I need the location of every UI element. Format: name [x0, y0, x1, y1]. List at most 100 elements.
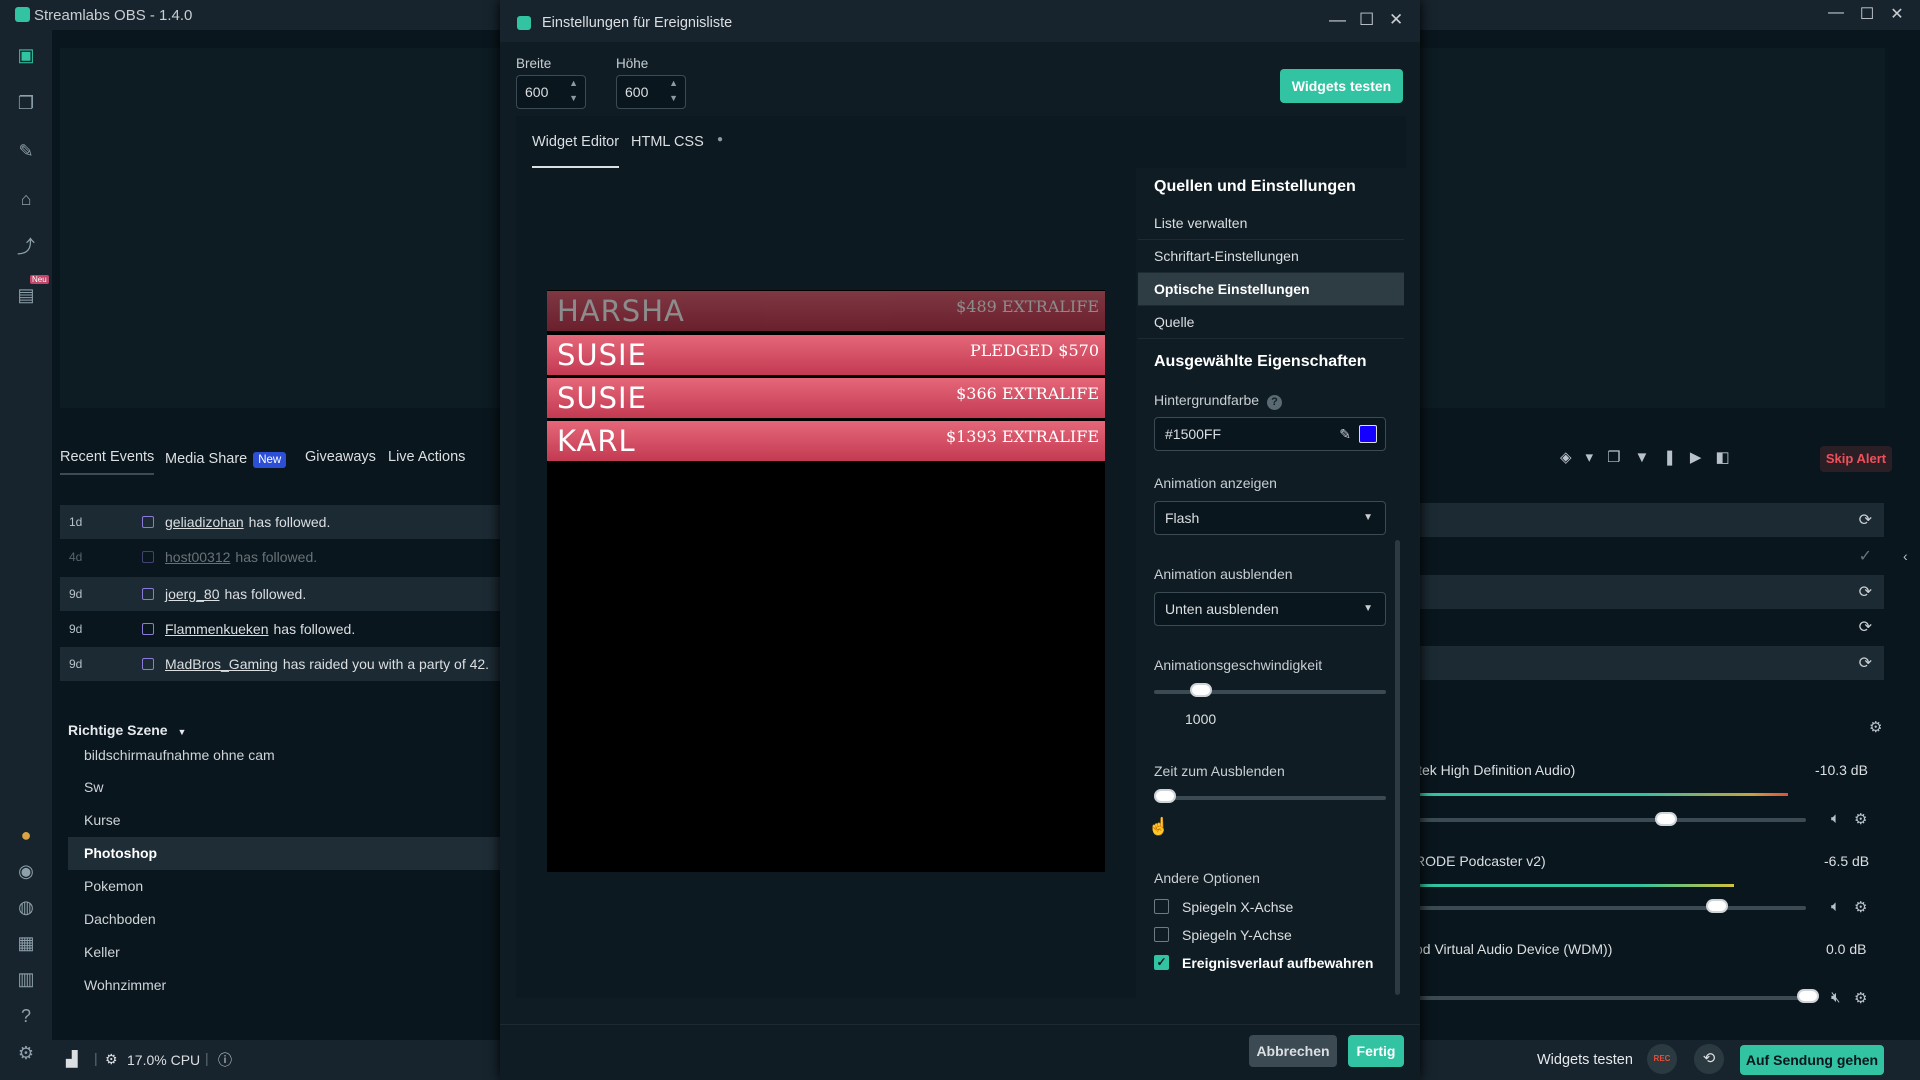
tab-html-css[interactable]: HTML CSS [631, 134, 704, 150]
eyedropper-icon[interactable]: ✎ [1339, 418, 1351, 450]
panel-scrollbar[interactable] [1395, 540, 1400, 995]
dropdown-caret-icon: ▼ [1363, 603, 1373, 614]
event-row: 9d MadBros_Gaming has raided you with a pa… [60, 647, 500, 681]
dialog-maximize-icon[interactable]: ☐ [1359, 10, 1374, 30]
color-swatch[interactable] [1359, 425, 1377, 443]
nav-apps-icon[interactable]: ▦ [13, 930, 39, 956]
fade-time-label: Zeit zum Ausblenden [1154, 763, 1285, 779]
volume-slider[interactable] [1418, 996, 1806, 1000]
scene-collection-selector[interactable]: Richtige Szene ▼ [68, 722, 186, 738]
keep-history-checkbox[interactable]: ✓ [1154, 955, 1169, 970]
tab-widget-editor[interactable]: Widget Editor [532, 134, 620, 168]
nav-highlighter-icon[interactable]: ▤ [13, 282, 39, 308]
volume-slider-handle[interactable] [1706, 899, 1728, 913]
volume-slider-handle[interactable] [1655, 812, 1677, 826]
mixer-device-name: ltek High Definition Audio) [1415, 762, 1576, 778]
collapse-chevron-icon[interactable]: ‹ [1903, 548, 1908, 564]
replay-buffer-icon[interactable]: ⟲ [1694, 1044, 1724, 1074]
mouse-cursor-icon: ☝ [1148, 817, 1170, 836]
scene-item[interactable]: bildschirmaufnahme ohne cam [68, 738, 500, 760]
scene-item[interactable]: Dachboden [68, 903, 500, 936]
width-input[interactable]: 600 ▲ ▼ [516, 75, 586, 109]
test-widgets-button[interactable]: Widgets testen [1280, 69, 1403, 103]
event-user-link[interactable]: host00312 [165, 549, 230, 565]
mirror-x-checkbox[interactable] [1154, 899, 1169, 914]
mirror-y-label: Spiegeln Y-Achse [1182, 927, 1292, 943]
skip-alert-button[interactable]: Skip Alert [1820, 446, 1892, 472]
nav-question-icon[interactable]: ? [13, 1003, 39, 1029]
event-user-link[interactable]: Flammenkueken [165, 621, 269, 637]
mirror-y-checkbox[interactable] [1154, 927, 1169, 942]
event-user-link[interactable]: geliadizohan [165, 514, 244, 530]
show-animation-select[interactable]: Flash ▼ [1154, 501, 1386, 535]
widgets-test-link[interactable]: Widgets testen [1537, 1052, 1633, 1068]
volume-slider[interactable] [1418, 818, 1806, 822]
nav-chat-icon[interactable]: ◍ [13, 894, 39, 920]
minimize-icon[interactable]: — [1826, 4, 1846, 22]
nav-themes-icon[interactable]: ❐ [13, 90, 39, 116]
cpu-usage: 17.0% CPU [127, 1052, 201, 1068]
nav-settings-icon[interactable]: ⚙ [13, 1040, 39, 1066]
speaker-icon[interactable]: 🔈︎ [1831, 898, 1840, 915]
go-live-button[interactable]: Auf Sendung gehen [1740, 1045, 1884, 1075]
maximize-icon[interactable]: ☐ [1857, 4, 1877, 24]
tab-live-actions[interactable]: Live Actions [388, 449, 465, 465]
volume-slider-handle[interactable] [1797, 989, 1819, 1003]
speaker-muted-icon[interactable]: 🔇︎ [1831, 989, 1840, 1006]
source-toolbar-icons[interactable]: ◈▾❐▼❚▶◧ [1560, 448, 1744, 466]
nav-help-icon[interactable]: ◉ [13, 858, 39, 884]
repeat-icon[interactable]: ⟳ [1859, 617, 1872, 637]
gear-icon[interactable]: ⚙ [1854, 989, 1867, 1007]
stepper-arrows-icon[interactable]: ▲ ▼ [569, 76, 578, 106]
scene-item[interactable]: Kurse [68, 804, 500, 837]
event-user-link[interactable]: MadBros_Gaming [165, 656, 278, 672]
animation-speed-slider[interactable] [1154, 690, 1386, 694]
speaker-icon[interactable]: 🔈︎ [1831, 810, 1840, 827]
hide-animation-select[interactable]: Unten ausblenden ▼ [1154, 592, 1386, 626]
nav-studio-mode-icon[interactable]: ▥ [13, 966, 39, 992]
repeat-icon[interactable]: ⟳ [1859, 653, 1872, 673]
done-button[interactable]: Fertig [1348, 1035, 1404, 1067]
scene-item[interactable]: Pokemon [68, 870, 500, 903]
stepper-arrows-icon[interactable]: ▲ ▼ [669, 76, 678, 106]
follow-icon [142, 623, 154, 635]
animation-speed-value: 1000 [1185, 711, 1217, 727]
menu-item-manage-list[interactable]: Liste verwalten [1138, 207, 1404, 240]
tab-giveaways[interactable]: Giveaways [305, 449, 376, 465]
gear-icon[interactable]: ⚙ [1854, 810, 1867, 828]
scene-item[interactable]: Keller [68, 936, 500, 969]
nav-prime-icon[interactable]: ● [13, 822, 39, 848]
dialog-close-icon[interactable]: ✕ [1389, 10, 1403, 30]
height-input[interactable]: 600 ▲ ▼ [616, 75, 686, 109]
repeat-icon[interactable]: ⟳ [1859, 510, 1872, 530]
nav-stats-icon[interactable]: ⤴ [13, 234, 39, 260]
help-icon[interactable]: ? [1266, 395, 1282, 410]
scene-item[interactable]: Sw [68, 771, 500, 804]
nav-tools-icon[interactable]: ✎ [13, 138, 39, 164]
repeat-icon[interactable]: ⟳ [1859, 582, 1872, 602]
fade-time-slider[interactable] [1154, 796, 1386, 800]
mixer-settings-icon[interactable]: ⚙ [1869, 718, 1882, 736]
tab-recent-events[interactable]: Recent Events [60, 449, 155, 475]
bg-color-input[interactable]: #1500FF ✎ [1154, 417, 1386, 451]
event-user-link[interactable]: joerg_80 [165, 586, 220, 602]
gear-icon[interactable]: ⚙ [1854, 898, 1867, 916]
nav-editor-icon[interactable]: ▣ [13, 42, 39, 68]
dialog-minimize-icon[interactable]: — [1329, 10, 1346, 30]
menu-item-font-settings[interactable]: Schriftart-Einstellungen [1138, 240, 1404, 273]
scene-item-selected[interactable]: Photoshop [68, 837, 500, 870]
animation-speed-handle[interactable] [1189, 683, 1212, 697]
record-button[interactable]: REC [1647, 1044, 1677, 1074]
stats-icon[interactable]: ▟ [66, 1050, 78, 1068]
menu-item-source[interactable]: Quelle [1138, 306, 1404, 339]
scene-item[interactable]: Wohnzimmer [68, 969, 500, 1002]
close-icon[interactable]: ✕ [1887, 4, 1907, 24]
nav-store-icon[interactable]: ⌂ [13, 186, 39, 212]
mixer-device-name: RODE Podcaster v2) [1415, 853, 1546, 869]
tab-media-share[interactable]: Media Share New [165, 451, 287, 468]
volume-slider[interactable] [1418, 906, 1806, 910]
fade-time-handle[interactable] [1154, 789, 1176, 803]
menu-item-visual-settings[interactable]: Optische Einstellungen [1138, 273, 1404, 306]
cancel-button[interactable]: Abbrechen [1249, 1035, 1337, 1067]
info-icon[interactable]: ⓘ [218, 1050, 232, 1070]
